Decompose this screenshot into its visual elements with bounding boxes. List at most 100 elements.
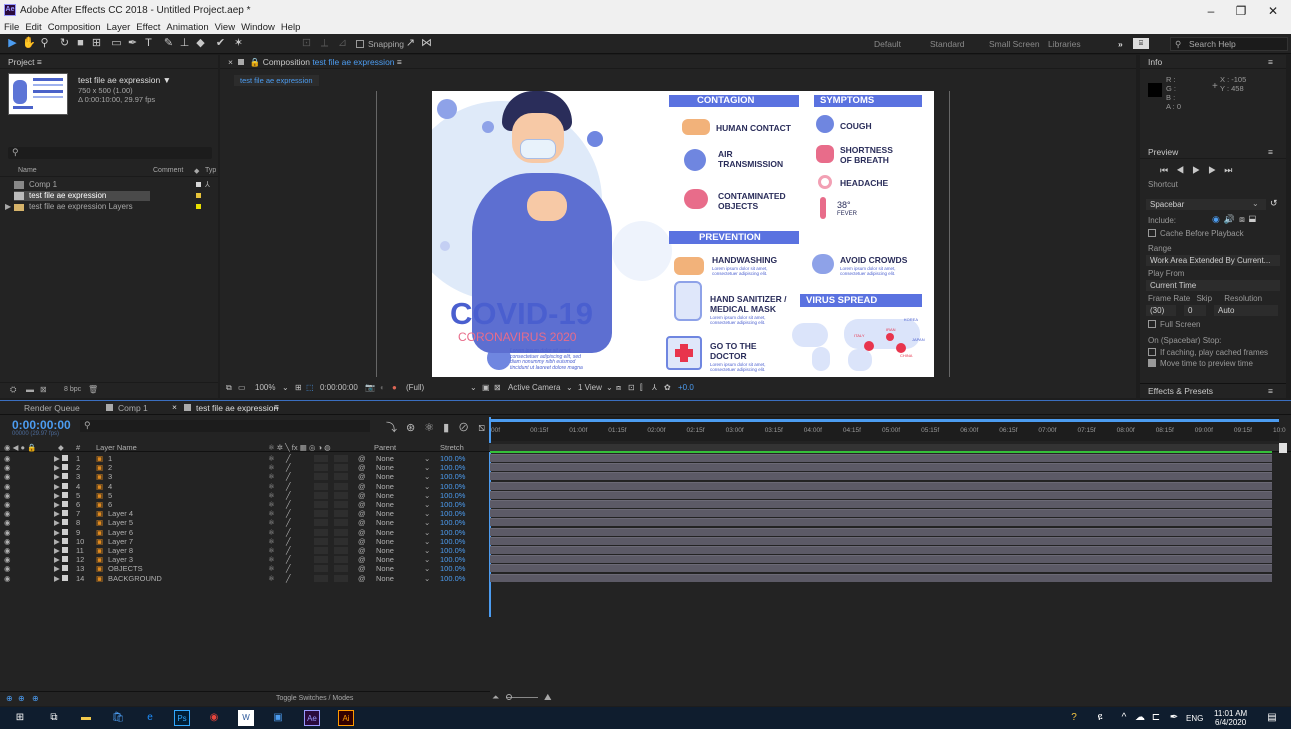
- visibility-eye-icon[interactable]: ◉: [4, 555, 11, 564]
- stretch-value[interactable]: 100.0%: [440, 500, 465, 509]
- layer-name[interactable]: Layer 3: [108, 555, 133, 564]
- move-time-option[interactable]: Move time to preview time: [1148, 359, 1253, 368]
- menu-help[interactable]: Help: [281, 22, 301, 33]
- switch-box[interactable]: [314, 556, 328, 564]
- parent-value[interactable]: None: [376, 454, 394, 463]
- layer-duration-bar[interactable]: [490, 527, 1272, 536]
- pickwhip-icon[interactable]: @: [358, 463, 366, 472]
- project-search-input[interactable]: ⚲: [8, 147, 212, 159]
- timeline-search-input[interactable]: ⚲: [80, 420, 370, 432]
- close-tab-icon[interactable]: ×: [172, 402, 177, 412]
- menu-animation[interactable]: Animation: [166, 22, 208, 33]
- parent-dropdown-icon[interactable]: ⌄: [424, 546, 430, 555]
- skip-dropdown[interactable]: 0: [1184, 305, 1206, 316]
- project-item[interactable]: Comp 1 ⅄: [0, 180, 218, 190]
- parent-dropdown-icon[interactable]: ⌄: [424, 518, 430, 527]
- include-audio-icon[interactable]: 🔊: [1224, 214, 1239, 224]
- menu-view[interactable]: View: [215, 22, 235, 33]
- parent-value[interactable]: None: [376, 482, 394, 491]
- parent-dropdown-icon[interactable]: ⌄: [424, 555, 430, 564]
- pickwhip-icon[interactable]: @: [358, 546, 366, 555]
- quality-switch-icon[interactable]: ╱: [286, 518, 291, 527]
- transfer-controls-toggle-icon[interactable]: ⊕: [18, 694, 25, 703]
- play-icon[interactable]: ▶: [1192, 165, 1208, 175]
- switch-box[interactable]: [334, 501, 348, 508]
- full-screen-option[interactable]: Full Screen: [1148, 320, 1200, 329]
- layer-expand-icon[interactable]: ▶: [54, 482, 60, 491]
- layer-label-swatch[interactable]: [62, 537, 68, 544]
- layer-name[interactable]: Layer 6: [108, 528, 133, 537]
- visibility-eye-icon[interactable]: ◉: [4, 491, 11, 500]
- parent-value[interactable]: None: [376, 463, 394, 472]
- quality-switch-icon[interactable]: ╱: [286, 564, 291, 573]
- pen-icon[interactable]: ✒: [1166, 710, 1182, 726]
- layer-duration-bar[interactable]: [490, 564, 1272, 573]
- visibility-eye-icon[interactable]: ◉: [4, 564, 11, 573]
- rotate-tool-icon[interactable]: ↻: [58, 37, 71, 50]
- switch-box[interactable]: [334, 547, 348, 554]
- zoom-slider-handle[interactable]: [506, 694, 512, 700]
- preview-panel-header[interactable]: Preview ≡: [1140, 145, 1286, 159]
- task-view-icon[interactable]: ⧉: [46, 710, 62, 726]
- language-indicator[interactable]: ENG: [1186, 714, 1203, 723]
- stretch-value[interactable]: 100.0%: [440, 518, 465, 527]
- parent-dropdown-icon[interactable]: ⌄: [424, 528, 430, 537]
- chrome-icon[interactable]: ◉: [206, 710, 222, 726]
- minimize-icon[interactable]: –: [1196, 4, 1226, 18]
- composition-panel-header[interactable]: × 🔒 Composition test file ae expression …: [220, 55, 1136, 69]
- visibility-eye-icon[interactable]: ◉: [4, 574, 11, 583]
- stretch-value[interactable]: 100.0%: [440, 509, 465, 518]
- workspace-libraries[interactable]: Libraries: [1048, 39, 1081, 49]
- layer-name[interactable]: Layer 4: [108, 509, 133, 518]
- stretch-value[interactable]: 100.0%: [440, 546, 465, 555]
- pickwhip-icon[interactable]: @: [358, 574, 366, 583]
- switch-box[interactable]: [334, 574, 348, 582]
- pickwhip-icon[interactable]: @: [358, 491, 366, 500]
- visibility-eye-icon[interactable]: ◉: [4, 537, 11, 546]
- layer-label-swatch[interactable]: [62, 482, 68, 489]
- quality-switch-icon[interactable]: ╱: [286, 537, 291, 546]
- local-axis-icon[interactable]: ⊡: [300, 37, 313, 50]
- reset-shortcut-icon[interactable]: ↺: [1270, 198, 1278, 209]
- quality-switch-icon[interactable]: ╱: [286, 463, 291, 472]
- switch-box[interactable]: [314, 473, 328, 481]
- render-queue-tab[interactable]: Render Queue: [24, 403, 80, 413]
- quality-switch-icon[interactable]: ╱: [286, 574, 291, 583]
- layer-duration-bar[interactable]: [490, 555, 1272, 564]
- layer-label-swatch[interactable]: [62, 510, 68, 517]
- shy-switch-icon[interactable]: ⚛: [268, 509, 275, 518]
- full-screen-checkbox[interactable]: [1148, 320, 1156, 328]
- menu-file[interactable]: File: [4, 22, 19, 33]
- view-dropdown-icon[interactable]: ⌄: [606, 383, 613, 392]
- comp-usage-dropdown-icon[interactable]: ▼: [163, 75, 171, 85]
- restore-icon[interactable]: ❐: [1226, 4, 1256, 18]
- switch-box[interactable]: [334, 565, 348, 573]
- parent-dropdown-icon[interactable]: ⌄: [424, 509, 430, 518]
- parent-dropdown-icon[interactable]: ⌄: [424, 564, 430, 573]
- shy-switch-icon[interactable]: ⚛: [268, 518, 275, 527]
- shy-switch-icon[interactable]: ⚛: [268, 528, 275, 537]
- parent-dropdown-icon[interactable]: ⌄: [424, 482, 430, 491]
- effects-panel-header[interactable]: Effects & Presets ≡: [1140, 383, 1286, 397]
- snapping-checkbox[interactable]: [356, 40, 364, 48]
- shy-switch-icon[interactable]: ⚛: [268, 472, 275, 481]
- quality-switch-icon[interactable]: ╱: [286, 509, 291, 518]
- camera-value[interactable]: Active Camera: [508, 383, 560, 392]
- first-frame-icon[interactable]: ⏮: [1160, 165, 1176, 175]
- network-icon[interactable]: ☁: [1132, 710, 1148, 726]
- parent-value[interactable]: None: [376, 528, 394, 537]
- camera-dropdown-icon[interactable]: ⌄: [566, 383, 573, 392]
- zoom-in-icon[interactable]: ⛰: [544, 692, 552, 703]
- switch-box[interactable]: [314, 510, 328, 518]
- edge-browser-icon[interactable]: e: [142, 710, 158, 726]
- pickwhip-icon[interactable]: @: [358, 555, 366, 564]
- layer-name-header[interactable]: Layer Name: [96, 443, 137, 452]
- layer-name[interactable]: 1: [108, 454, 112, 463]
- bpc-button[interactable]: 8 bpc: [64, 386, 81, 393]
- parent-value[interactable]: None: [376, 472, 394, 481]
- switch-box[interactable]: [314, 464, 328, 472]
- switch-box[interactable]: [334, 455, 348, 462]
- photos-icon[interactable]: ▣: [270, 710, 286, 726]
- parent-dropdown-icon[interactable]: ⌄: [424, 574, 430, 583]
- play-from-dropdown[interactable]: Current Time: [1146, 280, 1280, 291]
